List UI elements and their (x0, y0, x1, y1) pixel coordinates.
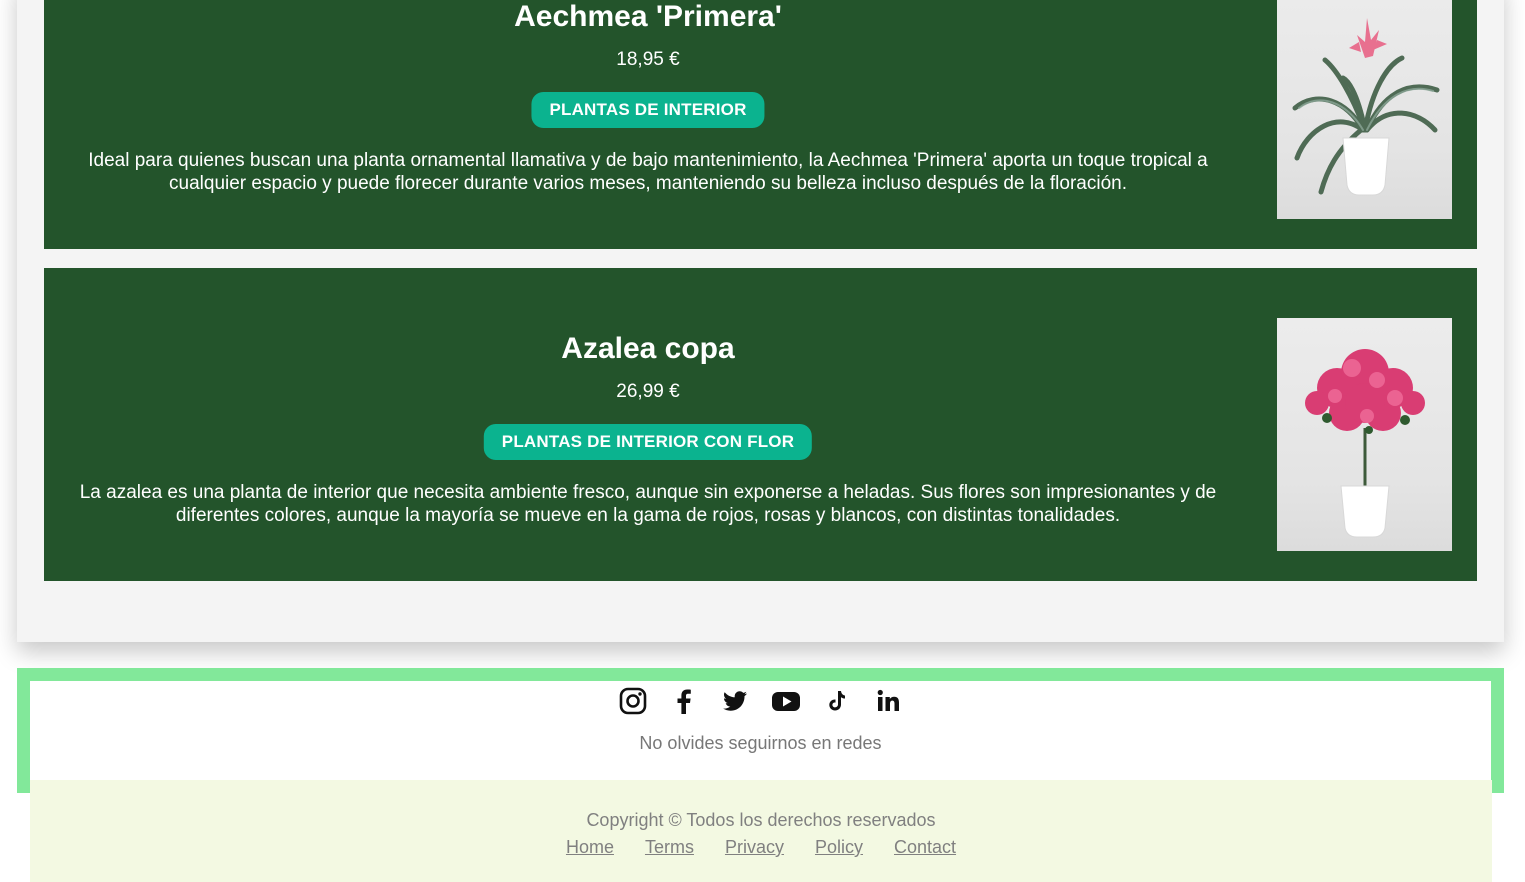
footer-links: Home Terms Privacy Policy Contact (30, 837, 1492, 858)
twitter-icon[interactable] (720, 686, 750, 716)
product-title: Azalea copa (561, 332, 735, 365)
footer-link-contact[interactable]: Contact (894, 837, 956, 858)
product-price: 18,95 € (616, 49, 680, 70)
footer-link-home[interactable]: Home (566, 837, 614, 858)
product-info: Azalea copa 26,99 € PLANTAS DE INTERIOR … (44, 268, 1252, 581)
linkedin-icon[interactable] (873, 686, 903, 716)
footer-bottom: Copyright © Todos los derechos reservado… (30, 780, 1492, 882)
youtube-icon[interactable] (771, 686, 801, 716)
category-badge[interactable]: PLANTAS DE INTERIOR (531, 92, 765, 128)
product-image[interactable] (1277, 318, 1452, 551)
azalea-plant-illustration (1305, 349, 1425, 538)
product-card: Azalea copa 26,99 € PLANTAS DE INTERIOR … (44, 268, 1477, 581)
product-info: Aechmea 'Primera' 18,95 € PLANTAS DE INT… (44, 0, 1252, 249)
product-price: 26,99 € (616, 381, 680, 402)
follow-us-text: No olvides seguirnos en redes (639, 733, 882, 753)
product-description: La azalea es una planta de interior que … (79, 482, 1217, 526)
copyright-text: Copyright © Todos los derechos reservado… (586, 810, 936, 830)
footer-social-section: No olvides seguirnos en redes (17, 668, 1504, 793)
footer-link-privacy[interactable]: Privacy (725, 837, 784, 858)
tiktok-icon[interactable] (822, 686, 852, 716)
social-icons (30, 686, 1491, 716)
aechmea-plant-illustration (1292, 18, 1440, 196)
instagram-icon[interactable] (618, 686, 648, 716)
product-title: Aechmea 'Primera' (514, 0, 782, 33)
product-description: Ideal para quienes buscan una planta orn… (88, 150, 1208, 194)
product-image[interactable] (1277, 0, 1452, 219)
footer-link-policy[interactable]: Policy (815, 837, 863, 858)
footer-social-inner: No olvides seguirnos en redes (30, 681, 1491, 793)
footer-link-terms[interactable]: Terms (645, 837, 694, 858)
facebook-icon[interactable] (669, 686, 699, 716)
product-card: Aechmea 'Primera' 18,95 € PLANTAS DE INT… (44, 0, 1477, 249)
category-badge[interactable]: PLANTAS DE INTERIOR CON FLOR (483, 424, 813, 460)
